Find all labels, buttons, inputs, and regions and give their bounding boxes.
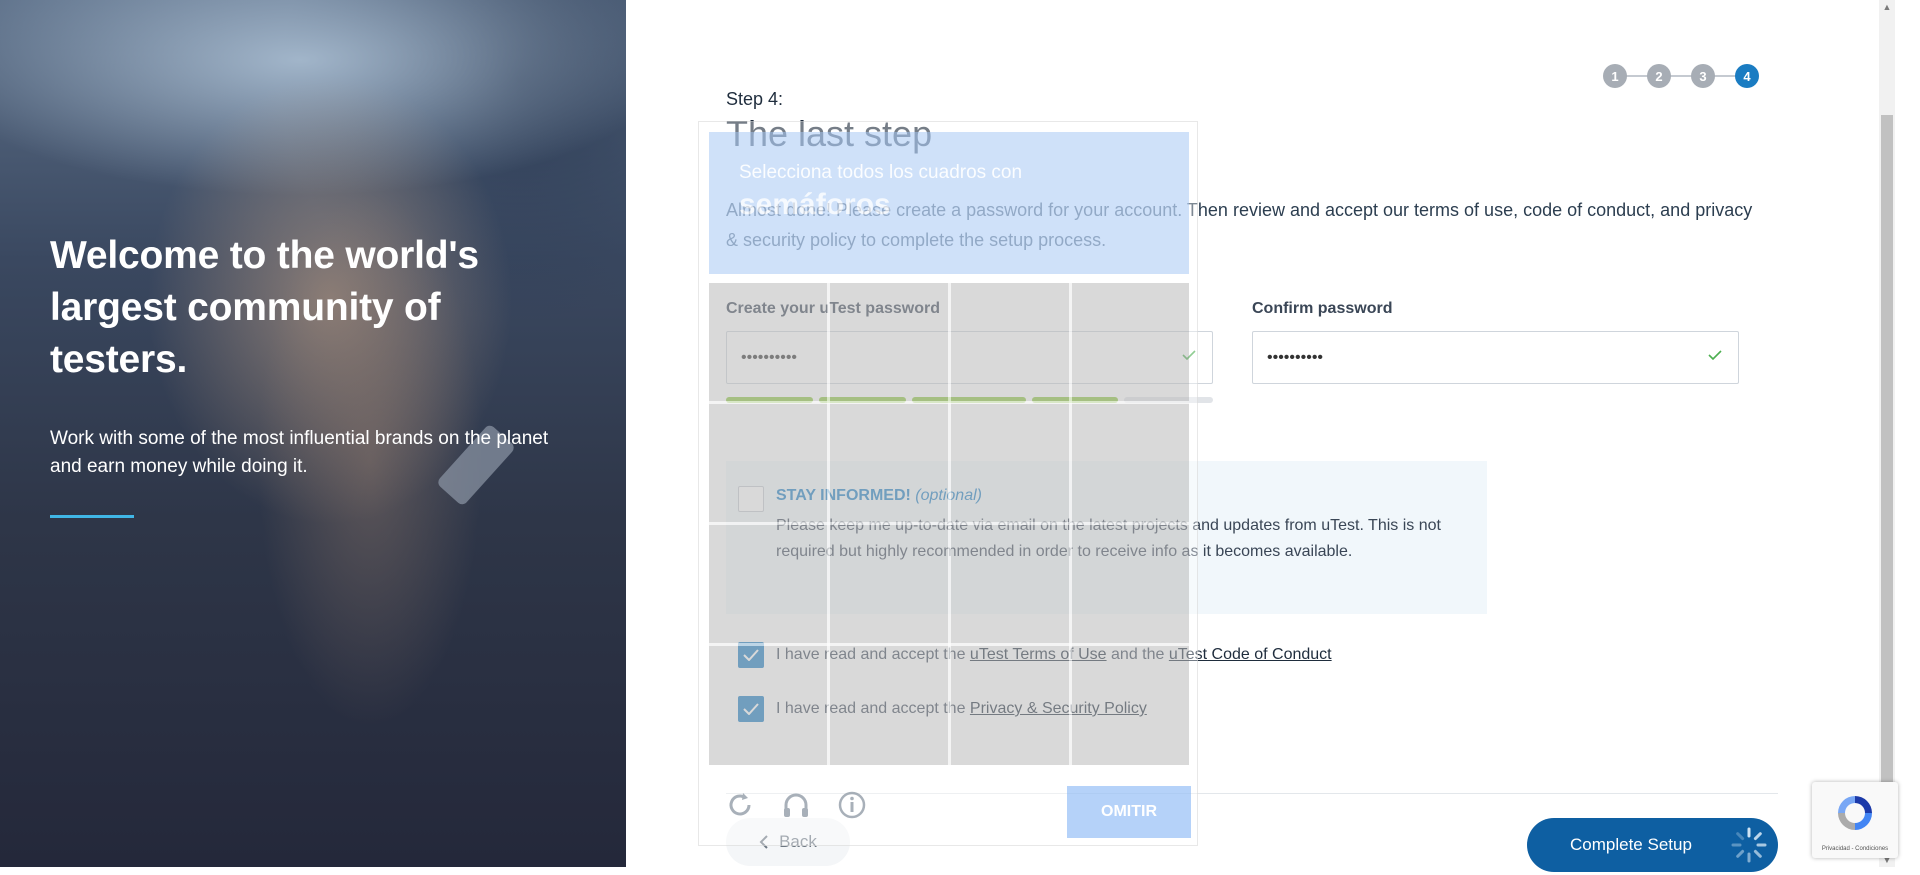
- recaptcha-challenge: Selecciona todos los cuadros con semáfor…: [698, 121, 1198, 846]
- hero-accent-line: [50, 515, 134, 518]
- step-2: 2: [1647, 64, 1671, 88]
- recaptcha-badge[interactable]: Privacidad - Condiciones: [1812, 782, 1898, 858]
- hero-panel: Welcome to the world's largest community…: [0, 0, 626, 867]
- scroll-up-arrow-icon[interactable]: ▲: [1882, 2, 1892, 12]
- info-icon[interactable]: [837, 790, 867, 820]
- confirm-password-value: ••••••••••: [1267, 348, 1324, 366]
- complete-setup-button[interactable]: Complete Setup: [1527, 818, 1778, 872]
- captcha-image-grid[interactable]: [709, 283, 1189, 765]
- step-1: 1: [1603, 64, 1627, 88]
- stepper-line: [1615, 75, 1749, 77]
- hero-headline: Welcome to the world's largest community…: [50, 234, 479, 381]
- headphones-icon[interactable]: [781, 790, 811, 820]
- loading-spinner-icon: [1731, 827, 1767, 863]
- reload-icon[interactable]: [725, 790, 755, 820]
- captcha-skip-button[interactable]: OMITIR: [1067, 786, 1191, 838]
- captcha-toolbar: [725, 790, 867, 820]
- confirm-password-label: Confirm password: [1252, 300, 1393, 317]
- scrollbar-thumb[interactable]: [1881, 115, 1893, 850]
- page-scrollbar[interactable]: ▲ ▼: [1879, 0, 1895, 867]
- confirm-password-field[interactable]: ••••••••••: [1252, 331, 1739, 384]
- grid-divider: [709, 522, 1189, 525]
- check-icon: [1708, 350, 1722, 360]
- recaptcha-logo-icon: [1838, 796, 1872, 830]
- step-3: 3: [1691, 64, 1715, 88]
- hero-subtext: Work with some of the most influential b…: [50, 428, 549, 477]
- complete-setup-label: Complete Setup: [1570, 835, 1692, 854]
- captcha-target: semáforos: [739, 188, 891, 221]
- step-4: 4: [1735, 64, 1759, 88]
- step-label: Step 4:: [726, 89, 784, 109]
- captcha-header: Selecciona todos los cuadros con semáfor…: [709, 132, 1189, 274]
- grid-divider: [709, 401, 1189, 404]
- stepper: 1 2 3 4: [1603, 64, 1761, 88]
- captcha-instruction: Selecciona todos los cuadros con: [739, 162, 1023, 183]
- grid-divider: [709, 643, 1189, 646]
- recaptcha-badge-text: Privacidad - Condiciones: [1821, 846, 1889, 852]
